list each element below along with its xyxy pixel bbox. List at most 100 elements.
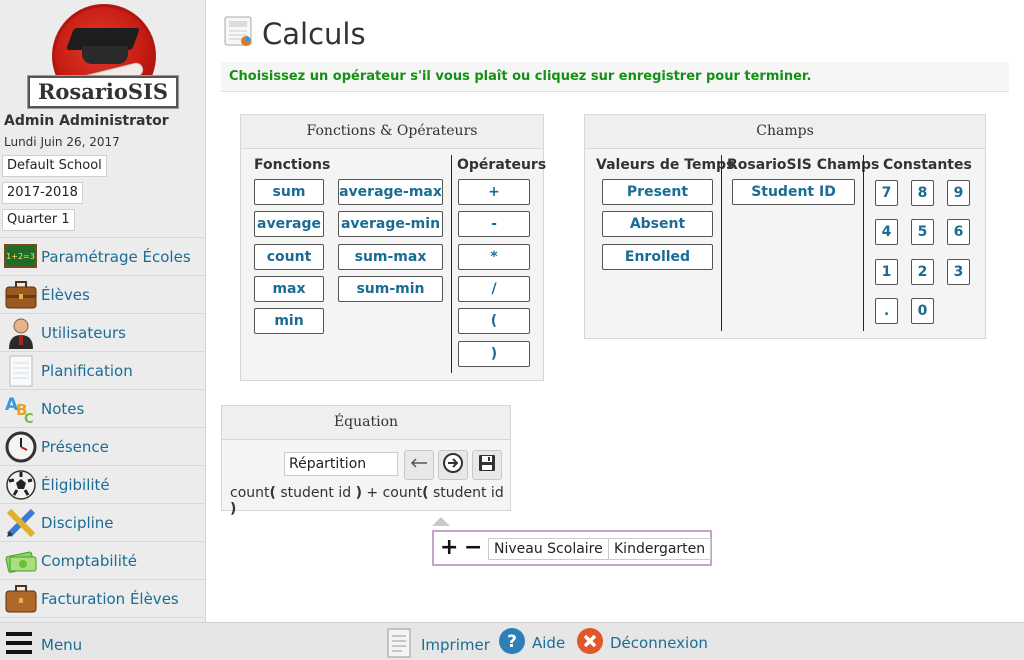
functions-operators-panel: Fonctions & Opérateurs Fonctions Opérate… [240, 114, 546, 381]
constant-2-button[interactable]: 2 [911, 259, 934, 285]
menu-item-attendance[interactable]: Présence [0, 427, 205, 465]
menu-item-grades[interactable]: ABC Notes [0, 389, 205, 427]
menu-item-label: Discipline [41, 513, 114, 532]
function-count-button[interactable]: count [254, 244, 324, 270]
constant-1-button[interactable]: 1 [875, 259, 898, 285]
menu-item-scheduling[interactable]: Planification [0, 351, 205, 389]
menu-item-label: Paramétrage Écoles [41, 247, 191, 266]
help-button[interactable]: ? Aide [498, 627, 565, 659]
logout-label: Déconnexion [610, 634, 708, 652]
function-max-button[interactable]: max [254, 276, 324, 302]
operator-close-paren-button[interactable]: ) [458, 341, 530, 367]
page-title: Calculs [262, 17, 366, 51]
constant-6-button[interactable]: 6 [947, 219, 970, 245]
filter-value-select[interactable]: Kindergarten [608, 538, 712, 560]
constants-header: Constantes [883, 157, 972, 173]
equation-part: + count [361, 485, 423, 501]
abc-icon: ABC [4, 392, 37, 425]
constant-dot-button[interactable]: . [875, 298, 898, 324]
menu-item-label: Présence [41, 437, 109, 456]
equation-part: student id [428, 485, 504, 501]
calculator-icon [224, 16, 254, 52]
print-icon [386, 627, 414, 660]
function-average-min-button[interactable]: average-min [338, 211, 443, 237]
operator-multiply-button[interactable]: * [458, 244, 530, 270]
current-date[interactable]: Lundi Juin 26, 2017 [4, 135, 120, 149]
money-icon [4, 544, 37, 577]
constant-9-button[interactable]: 9 [947, 180, 970, 206]
school-select[interactable]: Default School [2, 155, 107, 177]
sidebar: RosarioSIS Admin Administrator Lundi Jui… [0, 0, 206, 622]
time-enrolled-button[interactable]: Enrolled [602, 244, 713, 270]
function-min-button[interactable]: min [254, 308, 324, 334]
fields-divider-1 [721, 155, 722, 331]
run-button[interactable] [438, 450, 468, 480]
module-menu: 1+2=3 Paramétrage Écoles Élèves Utilisat… [0, 237, 205, 622]
filter-arrow [432, 517, 450, 526]
menu-toggle-button[interactable]: Menu [6, 631, 82, 659]
menu-item-discipline[interactable]: Discipline [0, 503, 205, 541]
fields-panel-title: Champs [585, 115, 985, 149]
operator-minus-button[interactable]: - [458, 211, 530, 237]
constant-7-button[interactable]: 7 [875, 180, 898, 206]
equation-panel: Équation Répartition count( student id )… [221, 405, 511, 517]
function-sum-min-button[interactable]: sum-min [338, 276, 443, 302]
function-average-max-button[interactable]: average-max [338, 179, 443, 205]
functions-panel-title: Fonctions & Opérateurs [241, 115, 543, 149]
time-absent-button[interactable]: Absent [602, 211, 713, 237]
function-sum-button[interactable]: sum [254, 179, 324, 205]
logout-button[interactable]: Déconnexion [576, 627, 708, 659]
function-sum-max-button[interactable]: sum-max [338, 244, 443, 270]
constant-8-button[interactable]: 8 [911, 180, 934, 206]
filter-field-select[interactable]: Niveau Scolaire [488, 538, 609, 560]
constant-5-button[interactable]: 5 [911, 219, 934, 245]
clock-icon [4, 430, 37, 463]
main-content: Calculs Choisissez un opérateur s'il vou… [206, 0, 1024, 622]
function-average-button[interactable]: average [254, 211, 324, 237]
help-icon: ? [498, 627, 526, 659]
menu-item-label: Facturation Élèves [41, 589, 179, 608]
field-student-id-button[interactable]: Student ID [732, 179, 855, 205]
menu-item-students[interactable]: Élèves [0, 275, 205, 313]
footer: Menu Imprimer ? Aide Déconnexion [0, 622, 1024, 660]
user-icon [4, 316, 37, 349]
equation-name-input[interactable]: Répartition [284, 452, 398, 476]
help-label: Aide [532, 634, 566, 652]
arrow-circle-icon [442, 452, 464, 478]
menu-item-users[interactable]: Utilisateurs [0, 313, 205, 351]
briefcase-icon [4, 278, 37, 311]
operator-divide-button[interactable]: / [458, 276, 530, 302]
menu-item-label: Planification [41, 361, 133, 380]
notepad-icon [4, 354, 37, 387]
menu-item-label: Éligibilité [41, 475, 110, 494]
time-present-button[interactable]: Present [602, 179, 713, 205]
backspace-icon [409, 457, 429, 473]
menu-item-school-setup[interactable]: 1+2=3 Paramétrage Écoles [0, 237, 205, 275]
svg-text:1+2=3: 1+2=3 [6, 252, 35, 261]
print-button[interactable]: Imprimer [386, 627, 490, 660]
fields-divider-2 [863, 155, 864, 331]
marking-period-select[interactable]: Quarter 1 [2, 209, 75, 231]
equation-part: count [230, 485, 270, 501]
menu-item-student-billing[interactable]: Facturation Élèves [0, 579, 205, 617]
backspace-button[interactable] [404, 450, 434, 480]
save-button[interactable] [472, 450, 502, 480]
constant-3-button[interactable]: 3 [947, 259, 970, 285]
menu-item-accounting[interactable]: Comptabilité [0, 541, 205, 579]
constant-0-button[interactable]: 0 [911, 298, 934, 324]
operator-open-paren-button[interactable]: ( [458, 308, 530, 334]
school-year-select[interactable]: 2017-2018 [2, 182, 83, 204]
rosariosis-fields-header: RosarioSIS Champs [727, 157, 880, 173]
menu-item-label: Comptabilité [41, 551, 137, 570]
equation-text: count( student id ) + count( student id … [230, 485, 510, 517]
constant-4-button[interactable]: 4 [875, 219, 898, 245]
rosariosis-logo[interactable]: RosarioSIS [27, 4, 179, 109]
add-filter-button[interactable]: + [440, 536, 458, 560]
menu-item-label: Utilisateurs [41, 323, 126, 342]
operator-plus-button[interactable]: + [458, 179, 530, 205]
remove-filter-button[interactable]: − [464, 536, 482, 560]
menu-item-eligibility[interactable]: Éligibilité [0, 465, 205, 503]
page-header: Calculs [224, 16, 366, 52]
logo-text: RosarioSIS [27, 75, 179, 109]
soccer-ball-icon [4, 468, 37, 501]
